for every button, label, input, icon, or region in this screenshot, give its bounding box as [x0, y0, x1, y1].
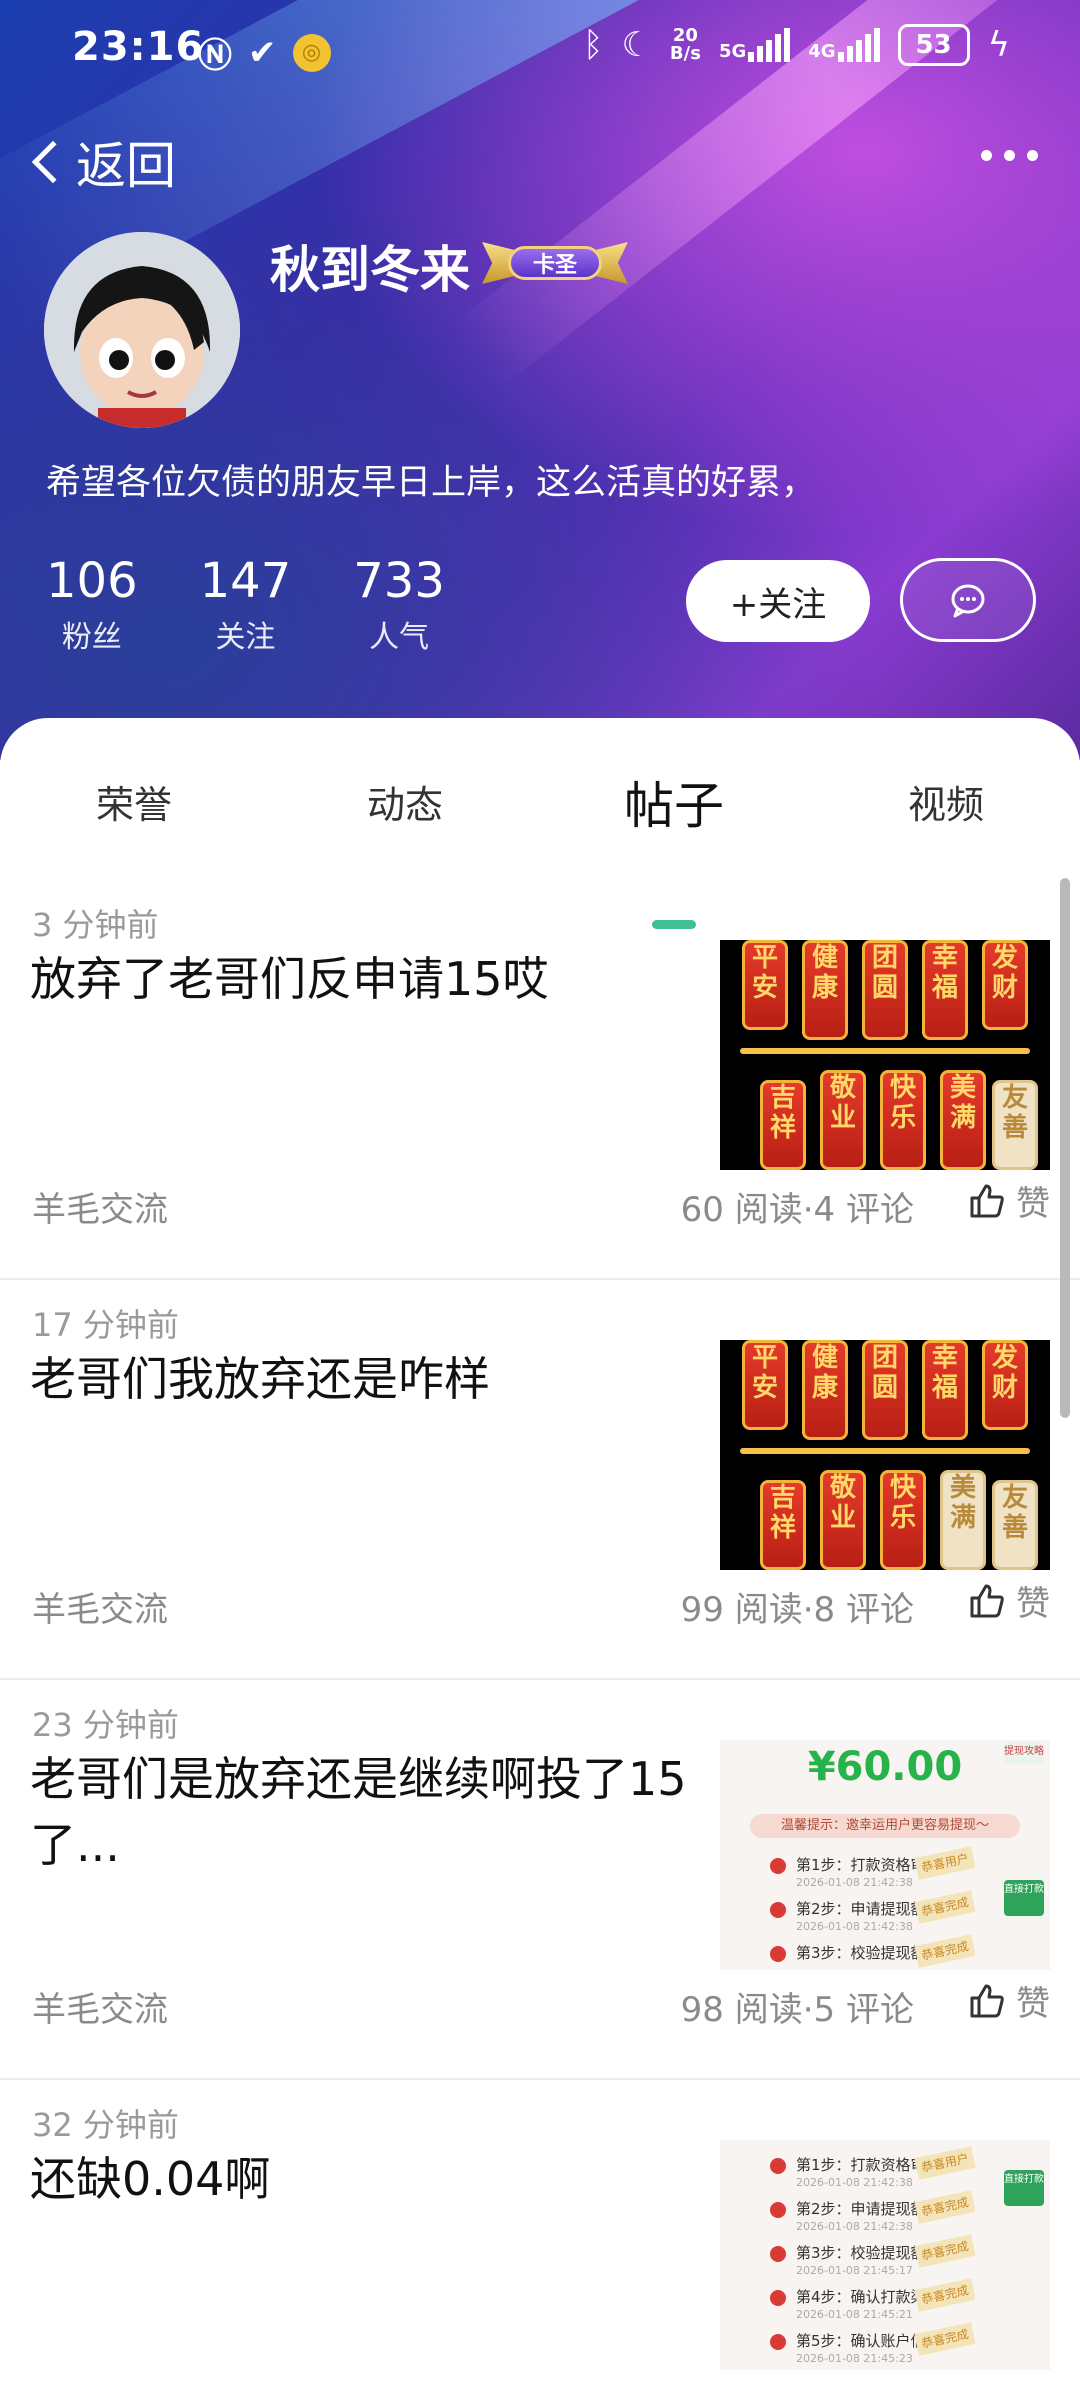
tab-bar: 荣誉 动态 帖子 视频 — [0, 774, 1080, 929]
like-button[interactable]: 赞 — [968, 1976, 1050, 2025]
like-label: 赞 — [1016, 1184, 1050, 1224]
post-time: 23 分钟前 — [32, 1706, 179, 1744]
post-thumbnail[interactable]: 第1步：打款资格审核 2026-01-08 21:42:38 恭喜用户 第2步：… — [720, 2140, 1050, 2370]
post-item[interactable]: 17 分钟前 老哥们我放弃还是咋样 平安 健康 团圆 幸福 发财 吉祥 敬业 快… — [0, 1280, 1080, 1680]
lantern-image: 平安 健康 团圆 幸福 发财 吉祥 敬业 快乐 美满 友善 — [720, 1340, 1050, 1570]
post-category[interactable]: 羊毛交流 — [32, 1182, 168, 1231]
bluetooth-icon: ᛒ — [583, 25, 604, 65]
stat-label: 关注 — [215, 620, 276, 655]
post-time: 32 分钟前 — [32, 2106, 179, 2144]
avatar-cartoon-icon — [44, 232, 240, 428]
tab-honors[interactable]: 荣誉 — [34, 774, 234, 829]
post-time: 3 分钟前 — [32, 906, 159, 944]
profile-stats: 106 粉丝 147 关注 733 人气 — [46, 552, 445, 656]
post-thumbnail[interactable]: 平安 健康 团圆 幸福 发财 吉祥 敬业 快乐 美满 友善 — [720, 940, 1050, 1170]
status-bar: 23:16 Ⓝ ✔ ◎ ᛒ ☾ 20 B/s 5G 4G 53 ϟ — [0, 0, 1080, 100]
stat-fans[interactable]: 106 粉丝 — [46, 552, 138, 656]
coin-notification-icon: ◎ — [292, 33, 331, 72]
post-stats: 98 阅读·5 评论 — [680, 1990, 914, 2030]
avatar[interactable] — [44, 232, 240, 428]
more-dots-icon — [981, 150, 992, 161]
post-item[interactable]: 3 分钟前 放弃了老哥们反申请15哎 平安 健康 团圆 幸福 发财 吉祥 敬业 … — [0, 880, 1080, 1280]
post-stats: 60 阅读·4 评论 — [680, 1190, 914, 1230]
moon-icon: ☾ — [621, 25, 652, 65]
post-title: 老哥们是放弃还是继续啊投了15了... — [30, 1752, 687, 1872]
thumbs-up-icon — [970, 1584, 1004, 1617]
stat-value: 147 — [199, 553, 292, 609]
chat-bubble-icon — [951, 584, 985, 618]
app-notification-icon: ✔ — [248, 32, 277, 73]
post-thumbnail[interactable]: 平安 健康 团圆 幸福 发财 吉祥 敬业 快乐 美满 友善 — [720, 1340, 1050, 1570]
stat-label: 粉丝 — [61, 620, 122, 655]
charging-icon: ϟ — [987, 25, 1010, 65]
withdraw-steps-image: 第1步：打款资格审核 2026-01-08 21:42:38 恭喜用户 第2步：… — [720, 2140, 1050, 2370]
message-button[interactable] — [900, 558, 1036, 642]
scrollbar[interactable] — [1060, 878, 1070, 1418]
chevron-left-icon — [31, 140, 75, 184]
post-stats: 99 阅读·8 评论 — [680, 1590, 914, 1630]
stat-following[interactable]: 147 关注 — [200, 552, 292, 656]
status-icons-left: Ⓝ ✔ ◎ — [198, 28, 331, 77]
lantern-image: 平安 健康 团圆 幸福 发财 吉祥 敬业 快乐 美满 友善 — [720, 940, 1050, 1170]
like-label: 赞 — [1016, 1584, 1050, 1624]
like-button[interactable]: 赞 — [968, 1176, 1050, 1225]
post-item[interactable]: 23 分钟前 老哥们是放弃还是继续啊投了15了... ¥60.00 提现攻略 温… — [0, 1680, 1080, 2080]
content-panel: 荣誉 动态 帖子 视频 3 分钟前 放弃了老哥们反申请15哎 平安 健康 团圆 … — [0, 718, 1080, 2400]
nfc-icon: Ⓝ — [198, 36, 232, 76]
stat-popularity: 733 人气 — [353, 552, 445, 656]
post-category[interactable]: 羊毛交流 — [32, 1982, 168, 2031]
tab-activity[interactable]: 动态 — [305, 774, 505, 829]
stat-value: 106 — [46, 553, 138, 609]
signal-4g-icon: 4G — [808, 28, 880, 62]
thumbs-up-icon — [970, 1984, 1004, 2017]
stat-label: 人气 — [369, 620, 430, 655]
follow-button[interactable]: +关注 — [686, 560, 870, 642]
like-button[interactable]: 赞 — [968, 1576, 1050, 1625]
network-speed: 20 B/s — [669, 25, 701, 64]
back-button[interactable]: 返回 — [28, 126, 176, 198]
stat-value: 733 — [353, 553, 445, 609]
post-title: 还缺0.04啊 — [30, 2152, 271, 2206]
post-title: 放弃了老哥们反申请15哎 — [30, 952, 549, 1006]
like-label: 赞 — [1016, 1984, 1050, 2024]
post-category[interactable]: 羊毛交流 — [32, 1582, 168, 1631]
back-label: 返回 — [76, 137, 176, 195]
post-thumbnail[interactable]: ¥60.00 提现攻略 温馨提示：邀幸运用户更容易提现～ 第1步：打款资格审核 … — [720, 1740, 1050, 1970]
status-time: 23:16 — [72, 24, 205, 70]
rank-badge[interactable]: 卡圣 — [480, 238, 630, 288]
post-time: 17 分钟前 — [32, 1306, 179, 1344]
signal-5g-icon: 5G — [719, 28, 791, 62]
withdraw-screenshot-image: ¥60.00 提现攻略 温馨提示：邀幸运用户更容易提现～ 第1步：打款资格审核 … — [720, 1740, 1050, 1970]
post-item[interactable]: 32 分钟前 还缺0.04啊 第1步：打款资格审核 2026-01-08 21:… — [0, 2080, 1080, 2400]
tab-videos[interactable]: 视频 — [846, 774, 1046, 829]
badge-label: 卡圣 — [508, 246, 602, 280]
user-bio: 希望各位欠债的朋友早日上岸，这么活真的好累， — [46, 463, 817, 503]
user-name: 秋到冬来 — [270, 241, 470, 299]
tab-posts[interactable]: 帖子 — [574, 766, 774, 838]
post-title: 老哥们我放弃还是咋样 — [30, 1352, 490, 1406]
status-icons-right: ᛒ ☾ 20 B/s 5G 4G 53 ϟ — [583, 24, 1010, 66]
battery-icon: 53 — [897, 24, 970, 66]
thumbs-up-icon — [970, 1184, 1004, 1217]
more-options-button[interactable] — [981, 150, 1038, 161]
